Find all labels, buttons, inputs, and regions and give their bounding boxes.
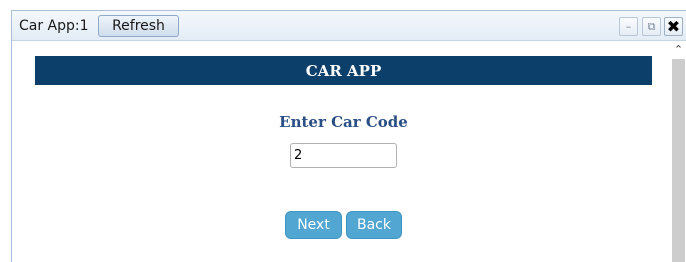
close-icon[interactable]: ✖ <box>664 17 683 36</box>
back-button[interactable]: Back <box>346 211 402 239</box>
app-header: CAR APP <box>35 56 652 85</box>
vertical-scrollbar[interactable]: ⌃ <box>671 41 686 262</box>
car-code-input[interactable] <box>290 143 397 168</box>
popout-icon[interactable]: ⧉ <box>642 17 661 36</box>
car-code-label: Enter Car Code <box>279 113 408 131</box>
app-content: CAR APP Enter Car Code Next Back ⌃ <box>12 41 686 262</box>
window-title: Car App:1 <box>19 18 89 34</box>
next-button[interactable]: Next <box>285 211 342 239</box>
minimize-icon[interactable]: – <box>619 17 638 36</box>
scrollbar-thumb[interactable] <box>672 59 685 262</box>
refresh-button[interactable]: Refresh <box>98 15 179 37</box>
window-titlebar: Car App:1 Refresh – ⧉ ✖ <box>12 11 686 41</box>
scroll-up-icon[interactable]: ⌃ <box>671 41 686 57</box>
app-window: Car App:1 Refresh – ⧉ ✖ CAR APP Enter Ca… <box>11 10 686 262</box>
